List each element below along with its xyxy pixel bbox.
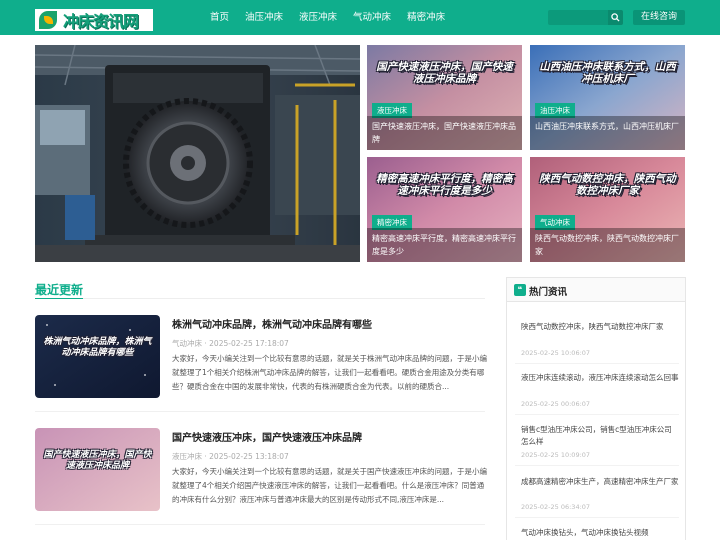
news-tile-1[interactable]: 国产快速液压冲床，国产快速液压冲床品牌 液压冲床 国产快速液压冲床，国产快速液压… (367, 45, 522, 150)
consult-button[interactable]: 在线咨询 (633, 10, 685, 25)
hot-news-panel: ❝ 热门资讯 陕西气动数控冲床，陕西气动数控冲床厂家 2025-02-25 10… (506, 277, 686, 540)
hot-news-date: 2025-02-25 06:34:07 (521, 503, 591, 511)
tile-caption[interactable]: 国产快速液压冲床，国产快速液压冲床品牌 (367, 116, 522, 150)
site-logo[interactable]: 冲床资讯网 (35, 9, 153, 31)
article-summary: 大家好，今天小编关注到一个比较有意思的话题，就是关于国产快速液压冲床的问题，于是… (172, 467, 487, 504)
search-input[interactable] (548, 10, 608, 25)
recent-section-title: 最近更新 (35, 283, 84, 297)
nav-oil-press[interactable]: 油压冲床 (237, 0, 291, 35)
hot-news-item[interactable]: 气动冲床换钻头，气动冲床换钻头视频 (521, 527, 679, 539)
article-title[interactable]: 株洲气动冲床品牌，株洲气动冲床品牌有哪些 (172, 316, 372, 331)
thumbnail-text: 株洲气动冲床品牌，株洲气动冲床品牌有哪些 (43, 337, 152, 358)
search-icon (611, 13, 620, 22)
nav-home[interactable]: 首页 (202, 0, 237, 35)
search-button[interactable] (608, 10, 623, 25)
press-machine-illustration (35, 45, 360, 262)
hot-news-date: 2025-02-25 00:06:07 (521, 400, 591, 408)
tile-caption[interactable]: 精密高速冲床平行度，精密高速冲床平行度是多少 (367, 228, 522, 262)
article-divider (35, 411, 485, 412)
hot-news-divider (515, 517, 679, 518)
tile-headline: 国产快速液压冲床，国产快速液压冲床品牌 (376, 61, 513, 85)
article-meta: 液压冲床 · 2025-02-25 13:18:07 (172, 452, 289, 461)
hot-news-item[interactable]: 液压冲床连续滚动，液压冲床连续滚动怎么回事 (521, 372, 679, 384)
news-tile-2[interactable]: 山西油压冲床联系方式，山西冲压机床厂 油压冲床 山西油压冲床联系方式，山西冲压机… (530, 45, 685, 150)
nav-pneumatic-press[interactable]: 气动冲床 (345, 0, 399, 35)
news-tile-4[interactable]: 陕西气动数控冲床，陕西气动数控冲床厂家 气动冲床 陕西气动数控冲床，陕西气动数控… (530, 157, 685, 262)
hot-news-title: 热门资讯 (529, 287, 568, 298)
nav-precision-press[interactable]: 精密冲床 (399, 0, 453, 35)
main-nav: 首页 油压冲床 液压冲床 气动冲床 精密冲床 (202, 0, 453, 35)
hot-news-divider (515, 414, 679, 415)
hot-news-item[interactable]: 陕西气动数控冲床，陕西气动数控冲床厂家 (521, 321, 679, 333)
hot-news-item[interactable]: 销售c型油压冲床公司，销售c型油压冲床公司怎么样 (521, 424, 679, 448)
hot-news-item[interactable]: 成都高速精密冲床生产，高速精密冲床生产厂家 (521, 476, 679, 488)
quote-icon: ❝ (514, 284, 526, 296)
hot-news-date: 2025-02-25 10:09:07 (521, 451, 591, 459)
news-tile-3[interactable]: 精密高速冲床平行度，精密高速冲床平行度是多少 精密冲床 精密高速冲床平行度，精密… (367, 157, 522, 262)
nav-hydraulic-press[interactable]: 液压冲床 (291, 0, 345, 35)
section-divider (35, 298, 485, 299)
article-meta: 气动冲床 · 2025-02-25 17:18:07 (172, 339, 289, 348)
logo-mark-icon (37, 10, 63, 30)
thumbnail-text: 国产快速液压冲床，国产快速液压冲床品牌 (43, 450, 152, 471)
article-thumbnail[interactable]: 国产快速液压冲床，国产快速液压冲床品牌 (35, 428, 160, 511)
tile-headline: 陕西气动数控冲床，陕西气动数控冲床厂家 (539, 173, 676, 197)
tile-headline: 精密高速冲床平行度，精密高速冲床平行度是多少 (376, 173, 513, 197)
tile-headline: 山西油压冲床联系方式，山西冲压机床厂 (539, 61, 676, 85)
top-header: 冲床资讯网 首页 油压冲床 液压冲床 气动冲床 精密冲床 在线咨询 (0, 0, 720, 35)
article-title[interactable]: 国产快速液压冲床，国产快速液压冲床品牌 (172, 429, 362, 444)
article-divider (35, 524, 485, 525)
hot-news-date: 2025-02-25 10:06:07 (521, 349, 591, 357)
hero-image[interactable] (35, 45, 360, 262)
article-summary: 大家好，今天小编关注到一个比较有意思的话题，就是关于株洲气动冲床品牌的问题，于是… (172, 354, 487, 391)
hot-news-divider (515, 465, 679, 466)
article-thumbnail[interactable]: 株洲气动冲床品牌，株洲气动冲床品牌有哪些 (35, 315, 160, 398)
logo-text: 冲床资讯网 (63, 12, 139, 31)
hot-news-divider (515, 363, 679, 364)
tile-caption[interactable]: 山西油压冲床联系方式，山西冲压机床厂 (530, 116, 685, 150)
hot-news-header: ❝ 热门资讯 (507, 278, 685, 302)
tile-caption[interactable]: 陕西气动数控冲床，陕西气动数控冲床厂家 (530, 228, 685, 262)
